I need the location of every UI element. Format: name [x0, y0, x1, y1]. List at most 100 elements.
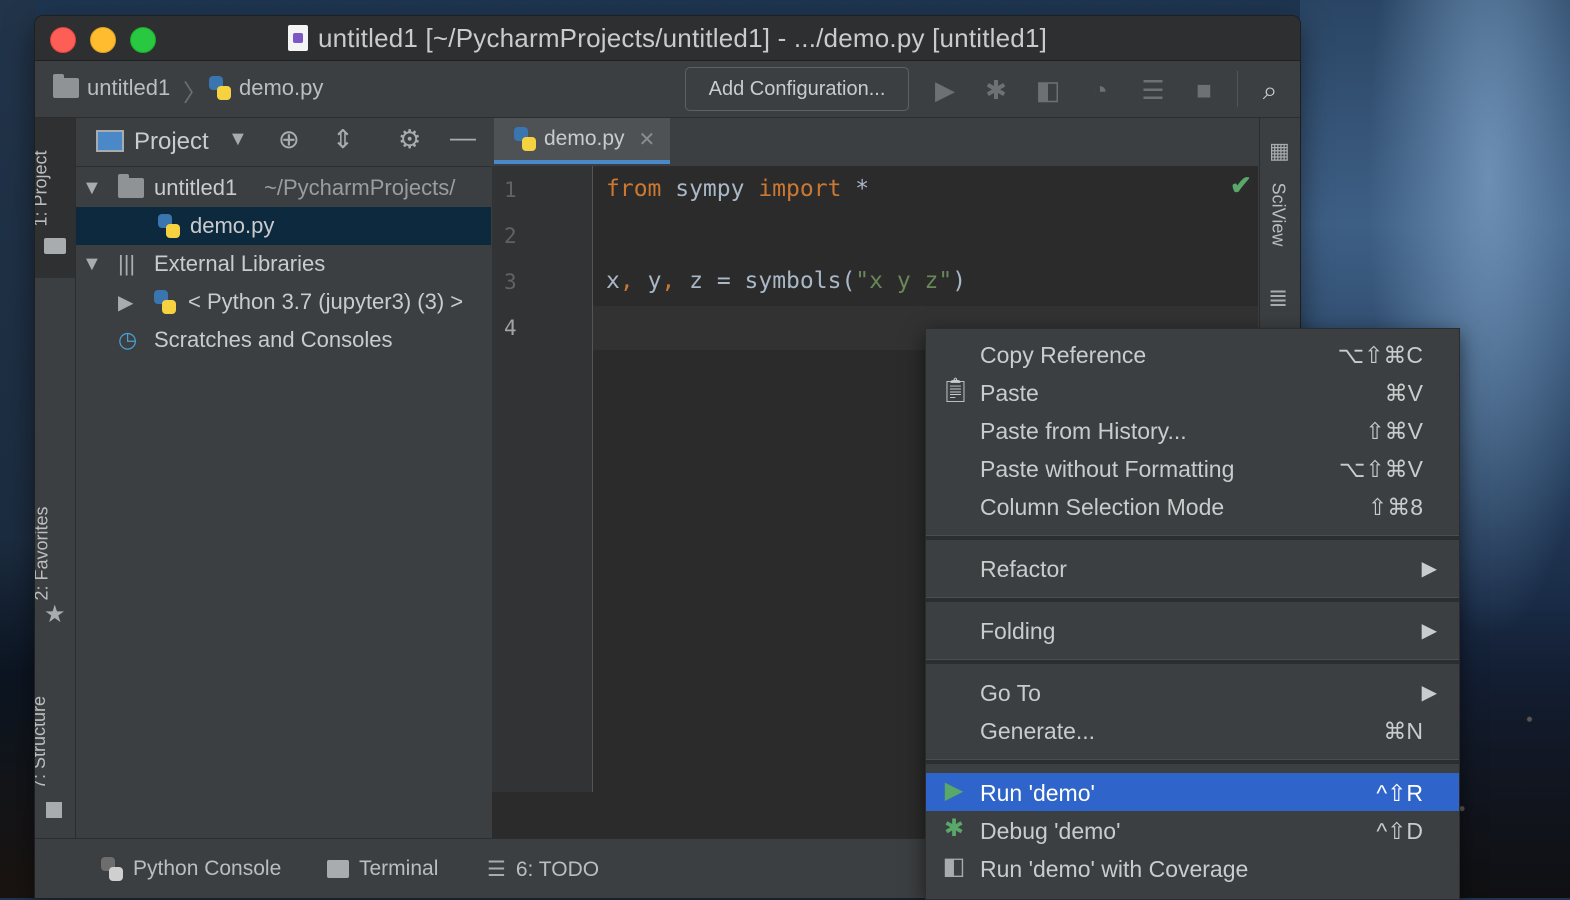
chevron-down-icon[interactable]: ▼ [228, 128, 248, 151]
tab-demo-py[interactable]: demo.py ✕ [494, 118, 670, 164]
tab-project[interactable]: 1: Project [35, 118, 75, 278]
expand-arrow-icon[interactable]: ▼ [82, 253, 102, 276]
tab-favorites-label: 2: Favorites [35, 506, 52, 601]
menu-item-run-demo[interactable]: ▶ Run 'demo' ^⇧R [926, 773, 1459, 811]
python-console-label: Python Console [133, 857, 282, 880]
stop-icon[interactable]: ■ [1189, 75, 1219, 105]
editor-tab-bar: demo.py ✕ [492, 118, 1258, 167]
menu-item-folding[interactable]: Folding ▶ [926, 611, 1459, 649]
terminal-label: Terminal [359, 857, 439, 880]
folder-icon [44, 238, 66, 254]
menu-item-label: Run 'demo' with Coverage [980, 856, 1249, 882]
menu-separator [926, 659, 1459, 664]
line-number: 4 [504, 316, 517, 340]
todo-label: 6: TODO [515, 857, 600, 881]
coverage-icon[interactable]: ◧ [1033, 75, 1063, 105]
menu-separator [926, 759, 1459, 764]
breadcrumb-project[interactable]: untitled1 [53, 74, 170, 101]
search-icon[interactable]: ⌕ [1255, 75, 1285, 105]
breadcrumb-file-label: demo.py [239, 75, 324, 100]
concurrency-icon[interactable]: ☰ [1138, 75, 1168, 105]
tree-item-demo-py[interactable]: demo.py [76, 207, 491, 245]
keyword: import [758, 176, 842, 202]
folder-icon [118, 174, 144, 198]
menu-item-generate[interactable]: Generate... ⌘N [926, 711, 1459, 749]
tree-item-path: ~/PycharmProjects/ [264, 175, 456, 200]
project-view-title[interactable]: Project [134, 128, 209, 156]
tree-item-label: demo.py [190, 213, 275, 238]
menu-item-shortcut: ⇧⌘8 [1367, 494, 1423, 520]
menu-item-label: Copy Reference [980, 342, 1147, 368]
collapse-all-icon[interactable]: ⇕ [332, 124, 354, 155]
line-number-gutter: 1 2 3 4 [492, 166, 593, 792]
coverage-icon: ◧ [942, 853, 966, 880]
menu-item-shortcut: ⌘N [1383, 718, 1423, 744]
window-title-text: untitled1 [~/PycharmProjects/untitled1] … [317, 22, 1048, 53]
desktop-wallpaper-left [0, 0, 36, 898]
close-window-button[interactable] [50, 27, 76, 53]
code-line-1[interactable]: from sympy import * [606, 176, 869, 202]
document-icon [287, 25, 308, 51]
tree-item-label: Scratches and Consoles [154, 327, 393, 352]
menu-item-label: Paste from History... [980, 418, 1187, 444]
keyword: from [606, 176, 662, 202]
navigation-bar: untitled1 〉 demo.py Add Configuration...… [35, 61, 1300, 118]
debug-icon: ✱ [943, 815, 965, 842]
maximize-window-button[interactable] [130, 27, 156, 53]
menu-item-paste[interactable]: 📋︎ Paste ⌘V [926, 373, 1459, 411]
menu-item-go-to[interactable]: Go To ▶ [926, 673, 1459, 711]
tree-item-external-libraries[interactable]: ▼ ||| External Libraries [76, 245, 491, 283]
expand-arrow-icon[interactable]: ▼ [82, 177, 102, 200]
sciview-icon: ▦ [1269, 138, 1290, 163]
menu-item-paste-without-formatting[interactable]: Paste without Formatting ⌥⇧⌘V [926, 449, 1459, 487]
code-text: sympy [661, 176, 759, 202]
gear-icon[interactable]: ⚙ [398, 124, 421, 155]
menu-item-label: Go To [980, 680, 1041, 706]
database-icon[interactable]: ≣ [1268, 284, 1288, 313]
code-text: * [841, 176, 870, 202]
tree-item-project-root[interactable]: ▼ untitled1 ~/PycharmProjects/ [76, 169, 491, 207]
todo-button[interactable]: ☰ 6: TODO [487, 857, 599, 882]
menu-item-refactor[interactable]: Refactor ▶ [926, 549, 1459, 587]
tab-structure[interactable]: 7: Structure [35, 678, 75, 828]
star-icon: ★ [44, 601, 66, 628]
collapse-arrow-icon[interactable]: ▶ [118, 290, 133, 315]
locate-icon[interactable]: ⊕ [278, 124, 300, 155]
profile-icon[interactable]: ◔ [1085, 75, 1115, 105]
terminal-button[interactable]: Terminal [327, 857, 438, 881]
string-literal: "x y z" [855, 268, 953, 294]
run-icon: ▶ [944, 777, 964, 804]
menu-item-paste-from-history[interactable]: Paste from History... ⇧⌘V [926, 411, 1459, 449]
tree-item-python-sdk[interactable]: ▶ < Python 3.7 (jupyter3) (3) > [76, 283, 491, 321]
run-icon[interactable]: ▶ [930, 75, 960, 105]
menu-item-debug-demo[interactable]: ✱ Debug 'demo' ^⇧D [926, 811, 1459, 849]
tab-favorites[interactable]: 2: Favorites ★ [35, 488, 75, 638]
toolbar-divider [1237, 71, 1238, 107]
close-icon[interactable]: ✕ [639, 127, 656, 152]
structure-icon [46, 802, 62, 818]
project-panel-header: Project ▼ ⊕ ⇕ ⚙ — [76, 118, 491, 167]
project-panel: Project ▼ ⊕ ⇕ ⚙ — ▼ untitled1 ~/PycharmP… [76, 118, 491, 838]
tab-sciview[interactable]: SciView [1267, 183, 1288, 247]
submenu-arrow-icon: ▶ [1421, 558, 1437, 580]
tree-item-scratches[interactable]: ◷ Scratches and Consoles [76, 321, 491, 359]
tab-label: demo.py [544, 127, 625, 150]
breadcrumb-file[interactable]: demo.py [209, 75, 323, 101]
tab-structure-label: 7: Structure [35, 695, 50, 790]
menu-item-shortcut: ⌥⇧⌘C [1337, 342, 1423, 368]
left-tool-strip: 1: Project 2: Favorites ★ 7: Structure [35, 118, 76, 838]
debug-icon[interactable]: ✱ [981, 75, 1011, 105]
hide-panel-icon[interactable]: — [450, 122, 476, 153]
menu-item-copy-reference[interactable]: Copy Reference ⌥⇧⌘C [926, 335, 1459, 373]
minimize-window-button[interactable] [90, 27, 116, 53]
code-text: ) [952, 268, 967, 294]
code-line-3[interactable]: x, y, z = symbols("x y z") [606, 268, 966, 294]
inspection-ok-icon[interactable]: ✔ [1230, 170, 1252, 201]
menu-item-shortcut: ⇧⌘V [1365, 418, 1423, 444]
python-console-button[interactable]: Python Console [101, 857, 281, 881]
menu-item-column-selection-mode[interactable]: Column Selection Mode ⇧⌘8 [926, 487, 1459, 525]
tree-item-label: untitled1 [154, 175, 238, 200]
add-configuration-button[interactable]: Add Configuration... [685, 67, 909, 111]
menu-item-run-with-coverage[interactable]: ◧ Run 'demo' with Coverage [926, 849, 1459, 887]
submenu-arrow-icon: ▶ [1421, 682, 1437, 704]
